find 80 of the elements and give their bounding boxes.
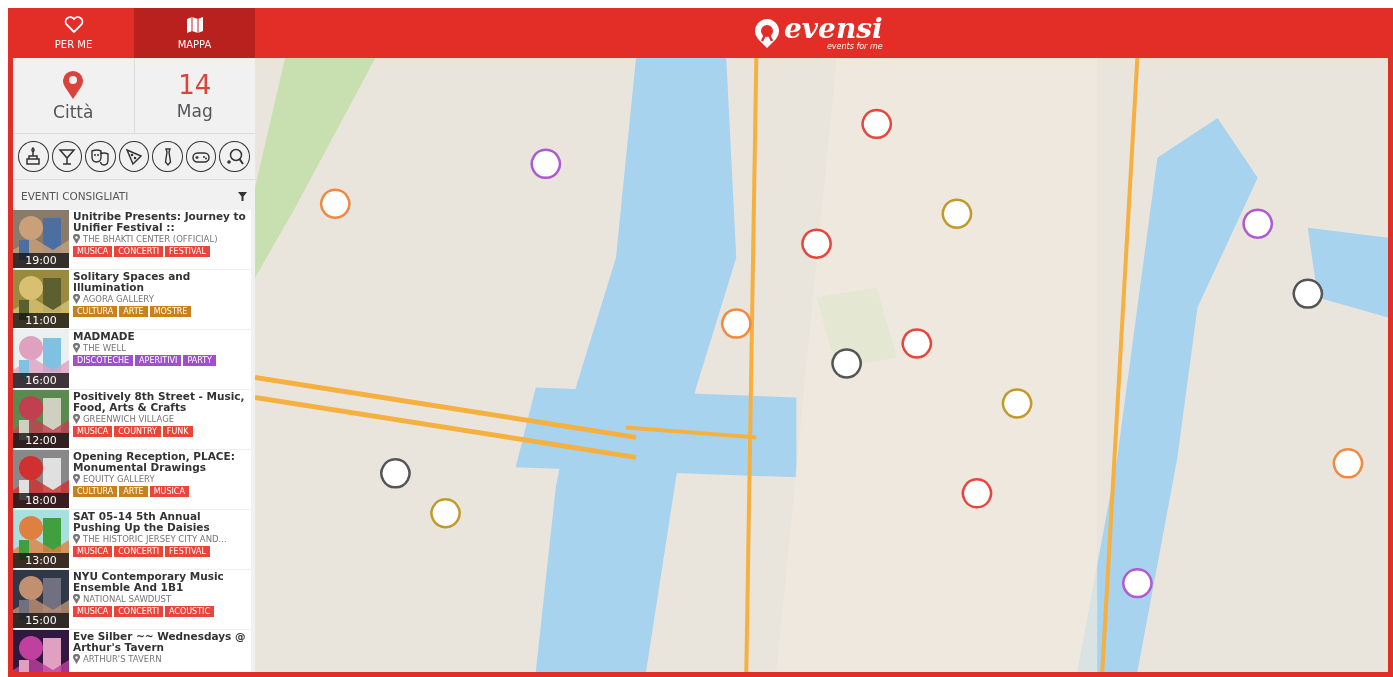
category-tag[interactable]: FESTIVAL: [165, 246, 210, 257]
category-tag[interactable]: CONCERTI: [114, 246, 163, 257]
location-pin-icon: [73, 294, 80, 304]
logo-tagline: events for me: [826, 42, 883, 51]
event-venue: AGORA GALLERY: [83, 294, 154, 304]
category-tag[interactable]: FUNK: [162, 426, 193, 437]
category-tag[interactable]: CONCERTI: [114, 606, 163, 617]
event-title: Positively 8th Street - Music, Food, Arts & Crafts: [73, 391, 246, 413]
event-item[interactable]: 12:00 Positively 8th Street - Music, Food, Arts & Crafts GREENWICH VILLAGE MUSICA COUNTRY FUNK: [13, 390, 251, 450]
category-tag[interactable]: MUSICA: [149, 486, 189, 497]
category-tag[interactable]: FESTIVAL: [165, 546, 210, 557]
games-filter[interactable]: [185, 141, 217, 172]
event-item[interactable]: 15:00 NYU Contemporary Music Ensemble And 1B1 NATIONAL SAWDUST MUSICA CONCERTI ACOUSTIC: [13, 570, 251, 630]
location-pin-icon: [73, 594, 80, 604]
location-pin-icon: [73, 474, 80, 484]
event-item[interactable]: 16:00 MADMADE THE WELL DISCOTECHE APERITIVI PARTY: [13, 330, 251, 390]
event-time: 15:00: [13, 613, 69, 628]
location-pin-icon: [62, 69, 85, 100]
location-pin-icon: [73, 343, 80, 353]
category-tag[interactable]: CULTURA: [73, 486, 118, 497]
category-tag[interactable]: CONCERTI: [114, 546, 163, 557]
event-time: 11:00: [13, 313, 69, 328]
event-time: 18:00: [13, 493, 69, 508]
cocktail-icon: [56, 146, 77, 167]
event-item[interactable]: 11:00 Solitary Spaces and Illumination AGORA GALLERY CULTURA ARTE MOSTRE: [13, 270, 251, 330]
event-venue: THE BHAKTI CENTER (OFFICIAL): [83, 234, 218, 244]
pizza-slice-icon: [124, 146, 144, 167]
cake-filter[interactable]: [18, 141, 49, 172]
event-venue: ARTHUR'S TAVERN: [83, 654, 162, 664]
theater-filter[interactable]: [85, 141, 116, 172]
event-venue: THE WELL: [83, 343, 126, 353]
paddle-icon: [224, 146, 245, 167]
category-tag[interactable]: APERITIVI: [135, 355, 182, 366]
event-time: 19:00: [13, 253, 69, 268]
category-tag[interactable]: MUSICA: [73, 606, 113, 617]
category-tag[interactable]: MOSTRE: [149, 306, 192, 317]
event-title: SAT 05-14 5th Annual Pushing Up the Daisies: [73, 511, 211, 533]
nav-tab[interactable]: MAPPA: [134, 8, 255, 58]
event-title: NYU Contemporary Music Ensemble And 1B1: [73, 571, 225, 593]
event-venue: THE HISTORIC JERSEY CITY AND...: [83, 534, 227, 544]
event-time: 13:00: [13, 553, 69, 568]
category-tag[interactable]: MUSICA: [73, 546, 113, 557]
location-pin-icon: [73, 534, 80, 544]
category-tag[interactable]: MUSICA: [73, 246, 113, 257]
event-time: 12:00: [13, 433, 69, 448]
category-tag[interactable]: CULTURA: [73, 306, 118, 317]
event-venue: EQUITY GALLERY: [83, 474, 155, 484]
location-pin-icon: [73, 654, 80, 664]
category-tag[interactable]: ARTE: [119, 306, 148, 317]
event-title: Solitary Spaces and Illumination: [73, 271, 192, 293]
location-pin-icon: [73, 414, 80, 424]
event-venue: GREENWICH VILLAGE: [83, 414, 175, 424]
theater-masks-icon: [90, 146, 111, 167]
heart-icon: [63, 16, 84, 34]
event-time: 16:00: [13, 373, 69, 388]
category-tag[interactable]: ACOUSTIC: [165, 606, 214, 617]
sports-filter[interactable]: [219, 141, 251, 172]
event-title: Unitribe Presents: Journey to Unifier Festival ::: [73, 211, 247, 233]
logo-icon: [753, 18, 781, 49]
category-tag[interactable]: DISCOTECHE: [73, 355, 134, 366]
logo-wordmark: evensi: [784, 16, 883, 42]
cocktail-filter[interactable]: [51, 141, 83, 172]
category-tag[interactable]: PARTY: [183, 355, 216, 366]
event-item[interactable]: 13:00 SAT 05-14 5th Annual Pushing Up the Daisies THE HISTORIC JERSEY CITY AND... MUSICA CONCERTI FESTIVAL: [13, 510, 251, 570]
event-title: Eve Silber ~~ Wednesdays @ Arthur's Tavern: [73, 631, 247, 653]
category-tag[interactable]: MUSICA: [73, 426, 113, 437]
map-icon: [185, 16, 204, 34]
event-item[interactable]: 18:00 Opening Reception, PLACE: Monumental Drawings EQUITY GALLERY CULTURA ARTE MUSICA: [13, 450, 251, 510]
event-title: MADMADE: [73, 331, 136, 342]
section-title: EVENTI CONSIGLIATI: [21, 190, 129, 202]
category-tag[interactable]: ARTE: [119, 486, 148, 497]
tie-filter[interactable]: [152, 141, 183, 172]
event-item[interactable]: Eve Silber ~~ Wednesdays @ Arthur's Tavern ARTHUR'S TAVERN: [13, 630, 251, 672]
event-item[interactable]: 19:00 Unitribe Presents: Journey to Unifier Festival :: THE BHAKTI CENTER (OFFICIAL) MUSICA CONCERTI FESTIVAL: [13, 210, 251, 270]
location-pin-icon: [73, 234, 80, 244]
category-tag[interactable]: COUNTRY: [114, 426, 161, 437]
filter-icon[interactable]: [238, 191, 247, 201]
pizza-filter[interactable]: [118, 141, 150, 172]
event-title: Opening Reception, PLACE: Monumental Drawings: [73, 451, 236, 473]
event-venue: NATIONAL SAWDUST: [83, 594, 172, 604]
